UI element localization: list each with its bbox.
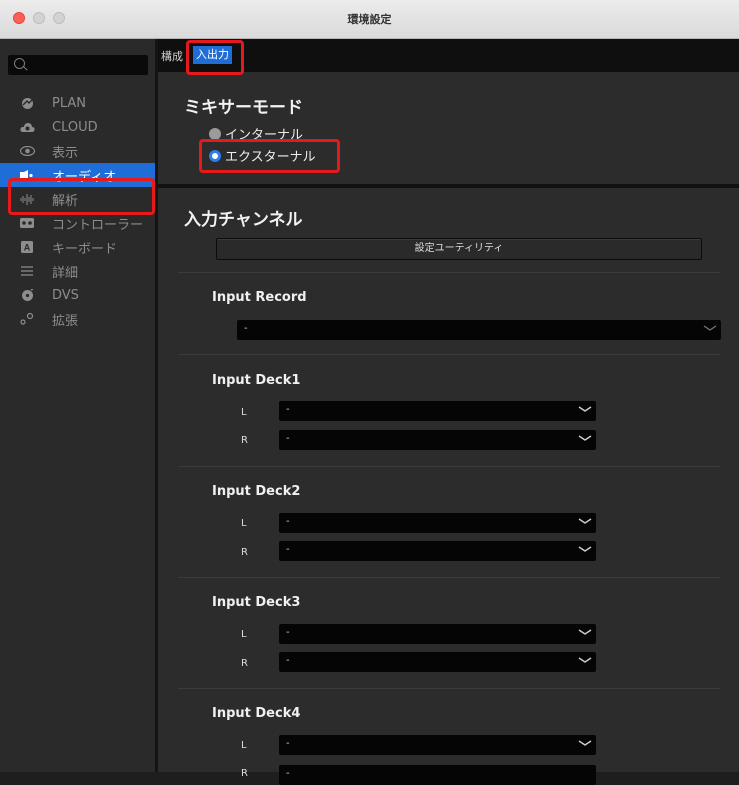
input-deck3-l-select[interactable]: -	[279, 624, 596, 644]
chevron-down-icon	[578, 546, 592, 552]
channel-r-label: R	[241, 547, 248, 558]
select-value: -	[286, 433, 290, 444]
channel-r-label: R	[241, 658, 248, 669]
input-deck1-label: Input Deck1	[212, 373, 301, 388]
input-deck1-l-select[interactable]: -	[279, 401, 596, 421]
sidebar-item-details[interactable]: 詳細	[0, 259, 155, 283]
sidebar-item-label: PLAN	[52, 95, 86, 111]
select-value: -	[244, 323, 248, 334]
channel-r-label: R	[241, 768, 248, 779]
setup-utility-button[interactable]: 設定ユーティリティ	[216, 238, 702, 260]
highlight-box	[199, 139, 340, 173]
sidebar-item-label: キーボード	[52, 241, 118, 257]
divider	[178, 466, 720, 467]
chevron-down-icon	[578, 629, 592, 635]
sidebar-item-label: 拡張	[52, 313, 79, 329]
input-channels-title: 入力チャンネル	[184, 210, 303, 230]
input-deck4-r-select[interactable]: -	[279, 765, 596, 785]
svg-text:A: A	[24, 243, 31, 253]
input-deck2-l-select[interactable]: -	[279, 513, 596, 533]
highlight-box	[186, 40, 244, 75]
eye-icon	[18, 144, 36, 158]
cloud-icon	[18, 120, 36, 134]
section-divider	[158, 184, 739, 188]
sidebar-item-extension[interactable]: 拡張	[0, 307, 155, 331]
highlight-box	[8, 178, 155, 215]
window-titlebar: 環境設定	[0, 0, 739, 39]
tab-configuration[interactable]: 構成	[161, 48, 183, 64]
select-value: -	[286, 544, 290, 555]
sidebar-item-label: DVS	[52, 287, 79, 303]
search-input[interactable]	[8, 55, 148, 75]
tab-bar: 構成 入出力	[158, 39, 739, 72]
channel-l-label: L	[241, 407, 247, 418]
chevron-down-icon	[703, 325, 717, 331]
select-value: -	[286, 627, 290, 638]
input-deck4-label: Input Deck4	[212, 706, 301, 721]
divider	[178, 272, 720, 273]
mixer-mode-title: ミキサーモード	[184, 98, 303, 118]
sidebar: PLAN CLOUD 表示 オーディオ 解析 コントローラー A キーボード 詳…	[0, 39, 155, 772]
select-value: -	[286, 738, 290, 749]
search-icon	[14, 58, 25, 69]
sidebar-item-label: 表示	[52, 145, 79, 161]
select-value: -	[286, 516, 290, 527]
input-deck2-label: Input Deck2	[212, 484, 301, 499]
chevron-down-icon	[578, 406, 592, 412]
sidebar-item-display[interactable]: 表示	[0, 139, 155, 163]
input-deck3-label: Input Deck3	[212, 595, 301, 610]
input-record-select[interactable]: -	[237, 320, 721, 340]
extension-icon	[18, 312, 36, 326]
divider	[178, 577, 720, 578]
sidebar-item-label: CLOUD	[52, 119, 98, 135]
channel-r-label: R	[241, 435, 248, 446]
window-title: 環境設定	[347, 13, 392, 26]
select-value: -	[286, 768, 290, 779]
input-deck1-r-select[interactable]: -	[279, 430, 596, 450]
chevron-down-icon	[578, 518, 592, 524]
input-deck3-r-select[interactable]: -	[279, 652, 596, 672]
sidebar-item-label: コントローラー	[52, 217, 144, 233]
controller-icon	[18, 216, 36, 230]
vinyl-icon	[18, 288, 36, 302]
channel-l-label: L	[241, 740, 247, 751]
sidebar-item-cloud[interactable]: CLOUD	[0, 115, 155, 139]
sidebar-item-plan[interactable]: PLAN	[0, 91, 155, 115]
chevron-down-icon	[578, 657, 592, 663]
select-value: -	[286, 404, 290, 415]
divider	[178, 354, 720, 355]
chevron-down-icon	[578, 435, 592, 441]
channel-l-label: L	[241, 518, 247, 529]
planet-icon	[18, 96, 36, 110]
keyboard-icon: A	[18, 240, 36, 254]
list-icon	[18, 264, 36, 278]
input-deck4-l-select[interactable]: -	[279, 735, 596, 755]
sidebar-item-keyboard[interactable]: A キーボード	[0, 235, 155, 259]
select-value: -	[286, 655, 290, 666]
radio-unselected-icon	[209, 127, 221, 140]
sidebar-item-dvs[interactable]: DVS	[0, 283, 155, 307]
sidebar-item-label: 詳細	[52, 265, 79, 281]
input-deck2-r-select[interactable]: -	[279, 541, 596, 561]
input-record-label: Input Record	[212, 290, 307, 305]
chevron-down-icon	[578, 740, 592, 746]
divider	[178, 688, 720, 689]
channel-l-label: L	[241, 629, 247, 640]
